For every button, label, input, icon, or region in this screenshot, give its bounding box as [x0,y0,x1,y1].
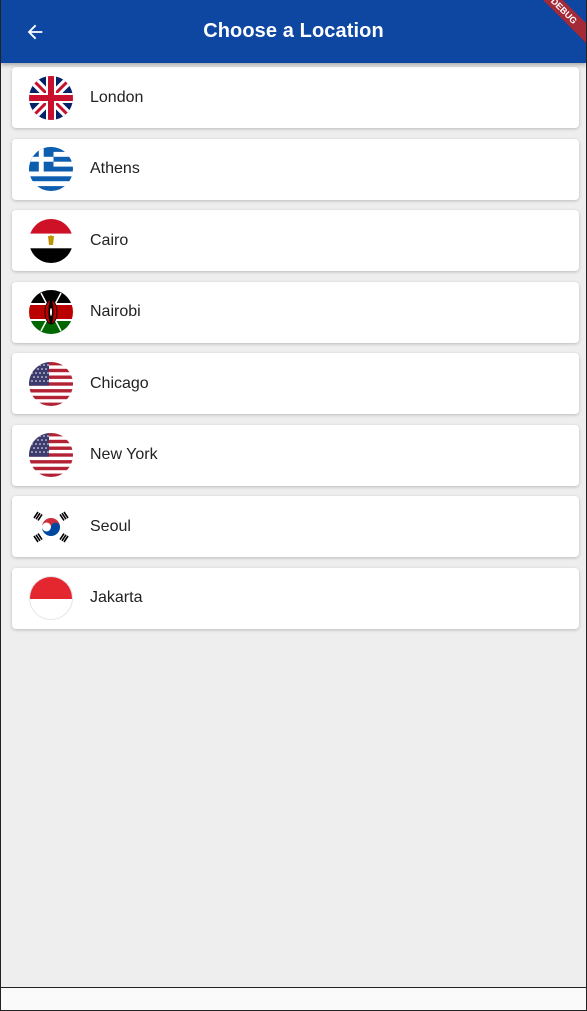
location-item-nairobi[interactable]: Nairobi [12,281,579,343]
location-label: Nairobi [90,303,141,320]
uk-flag-icon [29,75,73,120]
location-item-athens[interactable]: Athens [12,138,579,200]
arrow-left-icon [27,24,43,40]
location-item-seoul[interactable]: Seoul [12,496,579,557]
usa-flag-icon [29,361,73,406]
location-label: New York [90,446,158,463]
location-item-jakarta[interactable]: Jakarta [12,567,579,629]
location-label: Athens [90,160,140,177]
egypt-flag-icon [29,218,73,263]
location-item-chicago[interactable]: Chicago [12,353,579,414]
usa-flag-icon [29,433,73,477]
location-list: London Athens Cairo Nairobi Chicago New … [12,67,579,639]
location-label: London [90,88,144,106]
kenya-flag-icon [29,290,73,334]
location-item-london[interactable]: London [12,67,579,128]
location-label: Seoul [90,517,131,535]
back-button[interactable] [21,18,49,46]
location-label: Chicago [90,374,149,392]
screen: Choose a Location DEBUG London Athens Ca… [0,0,587,987]
location-label: Cairo [90,231,129,249]
location-label: Jakarta [90,589,143,606]
location-item-cairo[interactable]: Cairo [12,210,579,271]
indonesia-flag-icon [29,576,73,620]
greece-flag-icon [29,147,73,191]
app-bar: Choose a Location [1,0,586,63]
location-item-new-york[interactable]: New York [12,424,579,486]
page-title: Choose a Location [203,20,384,42]
south-korea-flag-icon [29,504,73,549]
bottom-bar [0,987,587,1011]
